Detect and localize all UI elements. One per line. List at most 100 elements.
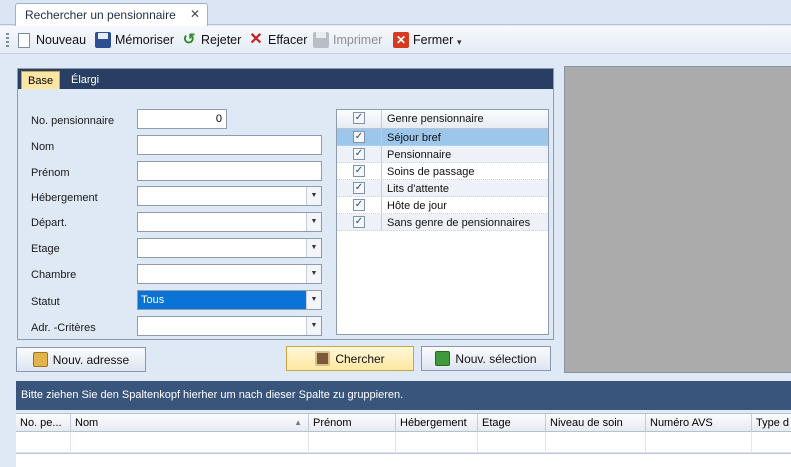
new-address-label: Nouv. adresse	[52, 352, 130, 367]
chevron-down-icon[interactable]: ▼	[306, 239, 321, 257]
toolbar: Nouveau Mémoriser ↺ Rejeter ✕ Effacer Im…	[0, 26, 791, 54]
group-by-panel[interactable]: Bitte ziehen Sie den Spaltenkopf hierher…	[16, 381, 791, 410]
table-cell[interactable]	[16, 432, 71, 453]
table-cell[interactable]	[646, 432, 752, 453]
column-header-type[interactable]: Type d	[752, 414, 791, 432]
column-divider	[381, 197, 382, 213]
genre-list-item[interactable]: ✓ Séjour bref	[337, 129, 548, 146]
room-select[interactable]: ▼	[137, 264, 322, 284]
new-button[interactable]: Nouveau	[16, 30, 86, 50]
search-button[interactable]: Chercher	[286, 346, 414, 371]
grid-footer	[16, 453, 791, 467]
table-cell[interactable]	[71, 432, 309, 453]
department-select[interactable]: ▼	[137, 212, 322, 232]
column-divider	[381, 214, 382, 230]
column-header-first-name[interactable]: Prénom	[309, 414, 396, 432]
group-by-hint: Bitte ziehen Sie den Spaltenkopf hierher…	[21, 389, 404, 401]
accommodation-select[interactable]: ▼	[137, 186, 322, 206]
preview-area	[564, 66, 791, 373]
search-button-label: Chercher	[335, 351, 385, 366]
resident-no-input[interactable]: 0	[137, 109, 227, 129]
address-criteria-label: Adr. -Critères	[31, 322, 96, 334]
search-binoculars-icon	[315, 351, 331, 366]
chevron-down-icon[interactable]: ▼	[306, 265, 321, 283]
column-header-floor[interactable]: Etage	[478, 414, 546, 432]
column-header-name[interactable]: Nom ▲	[71, 414, 309, 432]
document-tab[interactable]: Rechercher un pensionnaire ✕	[15, 3, 208, 26]
chevron-down-icon[interactable]: ▼	[306, 291, 321, 309]
status-select[interactable]: Tous ▼	[137, 290, 322, 310]
genre-list-item[interactable]: ✓ Soins de passage	[337, 163, 548, 180]
column-divider	[381, 146, 382, 162]
genre-item-label: Sans genre de pensionnaires	[387, 217, 531, 229]
table-cell[interactable]	[309, 432, 396, 453]
save-button-label: Mémoriser	[115, 33, 175, 47]
delete-x-icon: ✕	[249, 31, 263, 48]
close-tab-icon[interactable]: ✕	[190, 7, 200, 21]
column-divider	[381, 180, 382, 196]
save-button[interactable]: Mémoriser	[95, 30, 174, 50]
column-header-accommodation[interactable]: Hébergement	[396, 414, 478, 432]
column-header-resident-no[interactable]: No. pe...	[16, 414, 71, 432]
tab-extended[interactable]: Élargi	[65, 71, 105, 89]
new-address-button[interactable]: Nouv. adresse	[16, 347, 146, 372]
genre-checkbox[interactable]: ✓	[353, 199, 365, 211]
genre-item-label: Pensionnaire	[387, 149, 452, 161]
select-all-checkbox[interactable]: ✓	[353, 112, 365, 124]
reject-button-label: Rejeter	[201, 33, 242, 47]
toolbar-overflow-icon[interactable]: ▾	[457, 37, 462, 48]
genre-item-label: Hôte de jour	[387, 200, 447, 212]
genre-checkbox[interactable]: ✓	[353, 182, 365, 194]
department-label: Départ.	[31, 217, 68, 229]
print-button[interactable]: Imprimer	[313, 30, 382, 50]
genre-list-item[interactable]: ✓ Sans genre de pensionnaires	[337, 214, 548, 231]
clear-button[interactable]: ✕ Effacer	[248, 30, 307, 50]
room-label: Chambre	[31, 269, 77, 281]
table-cell[interactable]	[546, 432, 646, 453]
genre-item-label: Séjour bref	[387, 132, 441, 144]
address-folder-icon	[32, 352, 48, 367]
genre-header-label: Genre pensionnaire	[387, 113, 484, 125]
sort-ascending-icon: ▲	[294, 418, 302, 427]
table-cell[interactable]	[478, 432, 546, 453]
genre-list-item[interactable]: ✓ Lits d'attente	[337, 180, 548, 197]
column-divider	[381, 110, 382, 128]
genre-checkbox[interactable]: ✓	[353, 131, 365, 143]
chevron-down-icon[interactable]: ▼	[306, 317, 321, 335]
status-label: Statut	[31, 296, 60, 308]
reject-button[interactable]: ↺ Rejeter	[181, 30, 242, 50]
first-name-input[interactable]	[137, 161, 322, 181]
tab-base[interactable]: Base	[21, 71, 61, 89]
table-cell[interactable]	[396, 432, 478, 453]
floor-label: Etage	[31, 243, 60, 255]
new-selection-label: Nouv. sélection	[455, 351, 537, 366]
genre-item-label: Soins de passage	[387, 166, 475, 178]
search-panel: Base Élargi No. pensionnaire 0 Nom Préno…	[17, 68, 554, 340]
close-button[interactable]: ✕ Fermer	[393, 30, 453, 50]
genre-checkbox[interactable]: ✓	[353, 216, 365, 228]
column-header-name-label: Nom	[75, 417, 99, 429]
new-selection-button[interactable]: Nouv. sélection	[421, 346, 551, 371]
genre-checkbox[interactable]: ✓	[353, 148, 365, 160]
undo-arrow-icon: ↺	[182, 31, 196, 48]
address-criteria-select[interactable]: ▼	[137, 316, 322, 336]
genre-list-item[interactable]: ✓ Pensionnaire	[337, 146, 548, 163]
chevron-down-icon[interactable]: ▼	[306, 213, 321, 231]
genre-item-label: Lits d'attente	[387, 183, 450, 195]
close-button-label: Fermer	[413, 33, 454, 47]
toolbar-grip[interactable]	[6, 33, 9, 47]
genre-list-item[interactable]: ✓ Hôte de jour	[337, 197, 548, 214]
genre-list-header: ✓ Genre pensionnaire	[337, 110, 548, 129]
column-header-care-level[interactable]: Niveau de soin	[546, 414, 646, 432]
genre-checkbox[interactable]: ✓	[353, 165, 365, 177]
grid-header: No. pe... Nom ▲ Prénom Hébergement Etage…	[16, 413, 791, 432]
new-document-icon	[18, 32, 30, 48]
table-row[interactable]	[16, 432, 791, 453]
document-tab-strip: Rechercher un pensionnaire ✕	[0, 0, 791, 26]
last-name-input[interactable]	[137, 135, 322, 155]
chevron-down-icon[interactable]: ▼	[306, 187, 321, 205]
floor-select[interactable]: ▼	[137, 238, 322, 258]
genre-rows: ✓ Séjour bref ✓ Pensionnaire ✓ Soins de passa…	[337, 129, 548, 231]
column-header-avs-number[interactable]: Numéro AVS	[646, 414, 752, 432]
close-box-icon: ✕	[393, 32, 409, 48]
